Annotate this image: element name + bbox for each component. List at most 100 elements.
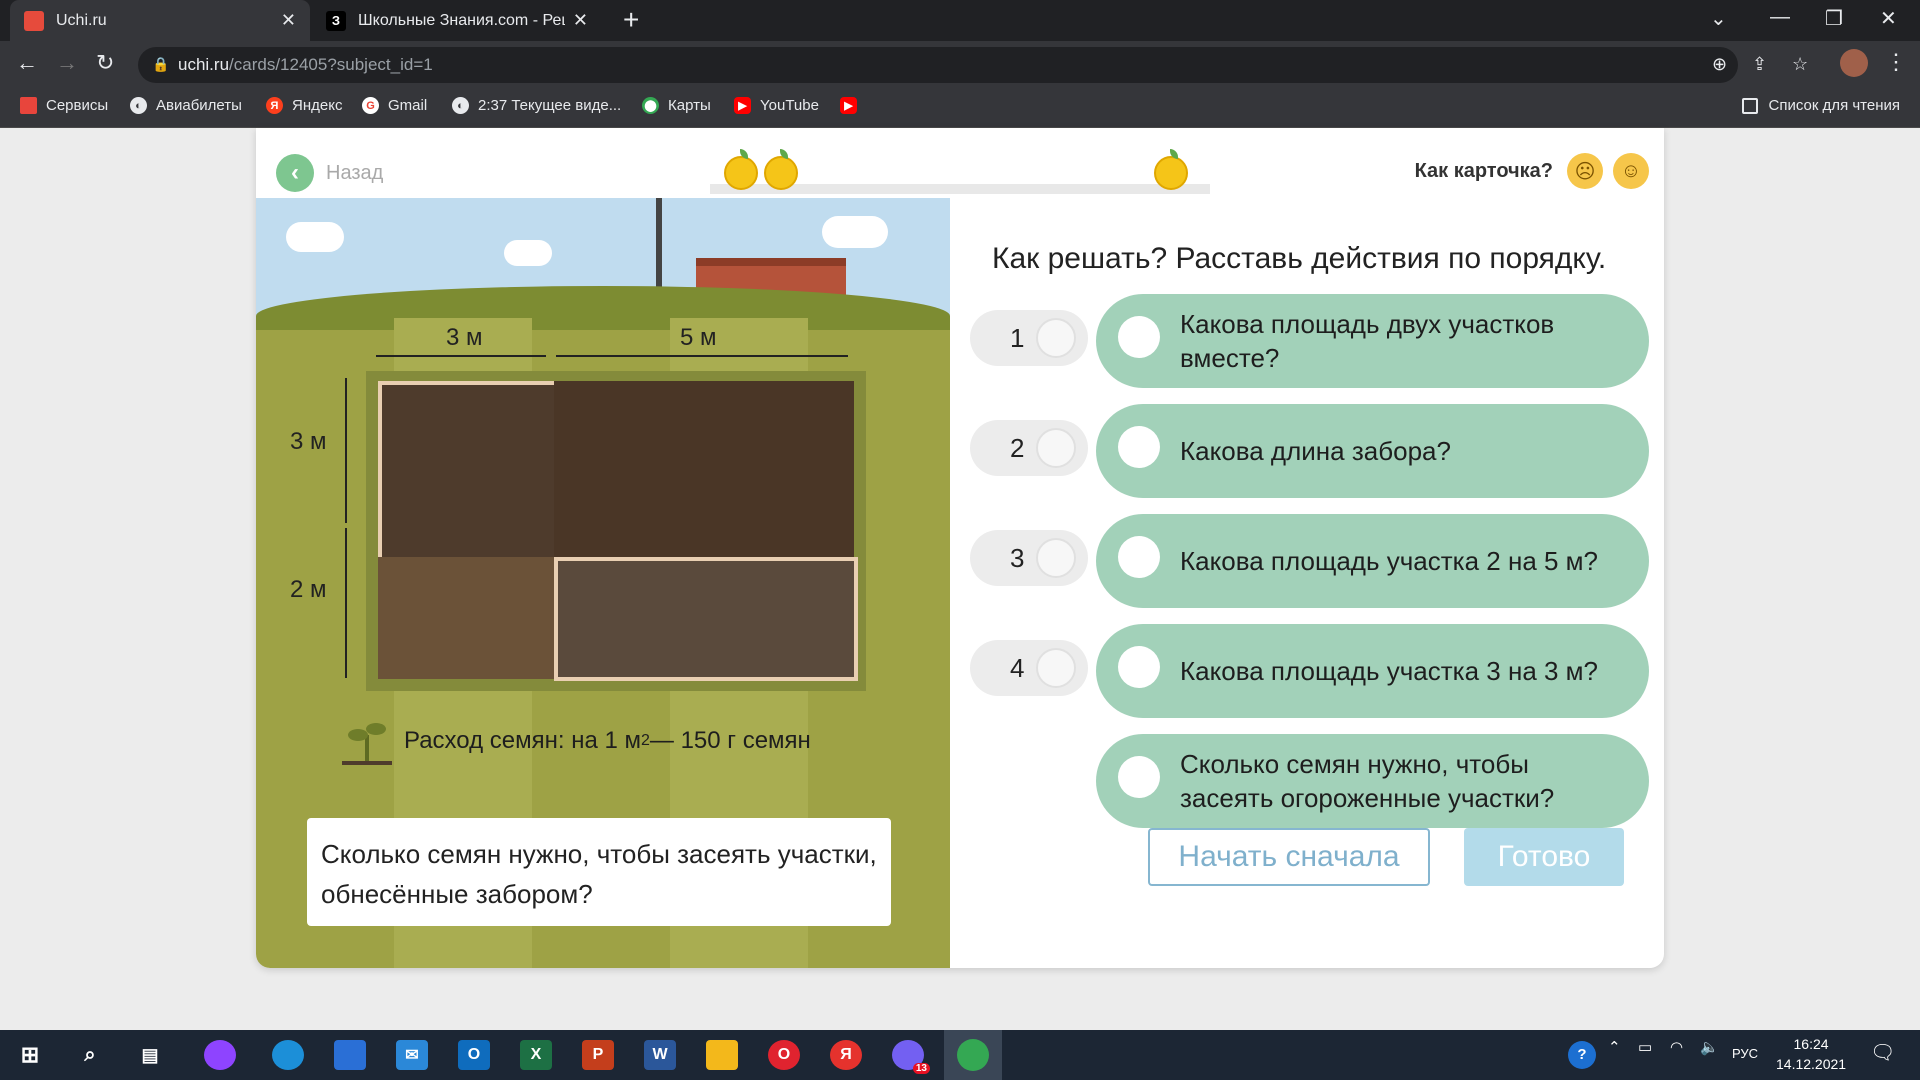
plot-5x2-fenced (554, 557, 858, 681)
outlook-icon[interactable]: O (458, 1040, 490, 1070)
close-window-icon[interactable]: ✕ (1880, 6, 1897, 31)
done-button[interactable]: Готово (1464, 828, 1624, 886)
close-icon[interactable]: ✕ (573, 10, 588, 31)
opera-icon[interactable]: O (768, 1040, 800, 1070)
answer-text: Сколько семян нужно, чтобы засеять огоро… (1180, 749, 1555, 813)
tab-strip: Uchi.ru ✕ З Школьные Знания.com - Решае … (0, 0, 1920, 41)
edge-icon[interactable] (272, 1040, 304, 1070)
sad-face-icon[interactable]: ☹ (1567, 153, 1603, 189)
order-slot-1[interactable]: 1 (970, 310, 1088, 366)
reload-icon[interactable]: ↻ (96, 50, 114, 76)
apps-grid-icon (20, 97, 37, 114)
bookmark-video[interactable]: ◐ 2:37 Текущее виде... (452, 97, 621, 114)
answer-option-4[interactable]: Какова площадь участка 3 на 3 м? (1096, 624, 1649, 718)
chrome-taskbar-item[interactable] (944, 1030, 1002, 1080)
tab-uchi[interactable]: Uchi.ru ✕ (10, 0, 310, 41)
drag-handle-icon (1118, 426, 1160, 468)
new-tab-icon[interactable]: + (623, 6, 639, 34)
chevron-up-icon[interactable]: ⌃ (1608, 1038, 1621, 1056)
order-slot-2[interactable]: 2 (970, 420, 1088, 476)
close-icon[interactable]: ✕ (281, 10, 296, 31)
excel-icon[interactable]: X (520, 1040, 552, 1070)
notifications-icon[interactable]: 🗨 (1870, 1040, 1895, 1065)
explorer-icon[interactable] (706, 1040, 738, 1070)
bookmark-maps[interactable]: ⬤ Карты (642, 97, 711, 114)
word-icon[interactable]: W (644, 1040, 676, 1070)
tab-znanija[interactable]: З Школьные Знания.com - Решае ✕ (312, 0, 602, 41)
store-icon[interactable] (334, 1040, 366, 1070)
windows-start-icon[interactable]: ⊞ (14, 1040, 46, 1070)
alice-icon[interactable] (204, 1040, 236, 1070)
rate-label: Как карточка? (1414, 159, 1553, 182)
wifi-icon[interactable]: ◠ (1670, 1038, 1683, 1056)
answer-option-1[interactable]: Какова площадь двух участков вместе? (1096, 294, 1649, 388)
star-icon[interactable]: ☆ (1792, 54, 1808, 75)
language-indicator[interactable]: РУС (1732, 1046, 1758, 1061)
reading-list-icon (1742, 97, 1759, 114)
answer-panel: Как решать? Расставь действия по порядку… (950, 198, 1664, 968)
bookmark-aviabilety[interactable]: ◐ Авиабилеты (130, 97, 242, 114)
mail-icon[interactable]: ✉ (396, 1040, 428, 1070)
yandex-browser-icon[interactable]: Я (830, 1040, 862, 1070)
slot-number: 4 (1010, 653, 1025, 683)
back-button[interactable]: ‹ Назад (276, 154, 383, 192)
viber-icon[interactable]: 13 (892, 1040, 930, 1074)
plot-3x2 (378, 557, 558, 679)
rate-card: Как карточка? ☹ ☺ (1415, 153, 1649, 189)
drag-handle-icon (1118, 536, 1160, 578)
youtube-icon: ▶ (734, 97, 751, 114)
back-arrow-icon[interactable]: ← (16, 50, 38, 76)
forward-arrow-icon[interactable]: → (56, 50, 78, 76)
plot-5x3 (554, 381, 854, 561)
globe-icon: ◐ (130, 97, 147, 114)
order-slot-4[interactable]: 4 (970, 640, 1088, 696)
order-slot-3[interactable]: 3 (970, 530, 1088, 586)
bookmark-gmail[interactable]: G Gmail (362, 97, 427, 114)
url-text: uchi.ru/cards/12405?subject_id=1 (178, 55, 433, 74)
system-clock[interactable]: 16:24 14.12.2021 (1776, 1034, 1846, 1074)
answer-text: Какова длина забора? (1180, 436, 1451, 466)
slot-knob (1036, 648, 1076, 688)
bookmark-yandex[interactable]: Я Яндекс (266, 97, 342, 114)
minimize-icon[interactable]: — (1770, 6, 1790, 29)
notification-badge: 13 (912, 1063, 930, 1074)
chevron-left-icon: ‹ (276, 154, 314, 192)
search-icon[interactable]: ⌕ (74, 1040, 106, 1070)
address-bar[interactable]: 🔒 uchi.ru/cards/12405?subject_id=1 ⊕ ⇪ ☆ (138, 47, 1808, 83)
volume-icon[interactable]: 🔈 (1700, 1038, 1719, 1056)
znanija-favicon: З (326, 10, 346, 31)
task-view-icon[interactable]: ▤ (134, 1040, 166, 1070)
task-card: ‹ Назад Как карточка? ☹ ☺ 3 м 5 м 3 м 2 … (256, 128, 1664, 968)
google-icon: G (362, 97, 379, 114)
bookmark-youtube-2[interactable]: ▶ (840, 97, 866, 114)
chevron-down-icon[interactable]: ⌄ (1710, 6, 1727, 31)
powerpoint-icon[interactable]: P (582, 1040, 614, 1070)
happy-face-icon[interactable]: ☺ (1613, 153, 1649, 189)
restore-icon[interactable]: ❐ (1825, 6, 1843, 31)
battery-icon[interactable]: ▭ (1638, 1038, 1652, 1056)
more-menu-icon[interactable]: ⋮ (1885, 49, 1907, 75)
task-heading: Как решать? Расставь действия по порядку… (992, 242, 1607, 275)
clock-date: 14.12.2021 (1776, 1056, 1847, 1072)
answer-option-3[interactable]: Какова площадь участка 2 на 5 м? (1096, 514, 1649, 608)
profile-avatar[interactable] (1840, 49, 1868, 77)
bookmarks-bar: Сервисы ◐ Авиабилеты Я Яндекс G Gmail ◐ 2:37… (0, 89, 1920, 128)
bookmark-services[interactable]: Сервисы (20, 97, 108, 114)
answer-text: Какова площадь двух участков вместе? (1180, 309, 1555, 373)
help-icon[interactable]: ? (1568, 1041, 1596, 1069)
seed-rate-text: Расход семян: на 1 м (404, 726, 641, 754)
slot-number: 3 (1010, 543, 1025, 573)
plot-3x3-fenced (378, 381, 558, 561)
answer-option-5[interactable]: Сколько семян нужно, чтобы засеять огоро… (1096, 734, 1649, 828)
share-icon[interactable]: ⇪ (1752, 54, 1767, 75)
browser-toolbar: ← → ↻ 🔒 uchi.ru/cards/12405?subject_id=1… (0, 41, 1920, 89)
farm-illustration: 3 м 5 м 3 м 2 м Расход семян: на 1 м 2 —… (256, 198, 950, 968)
restart-button[interactable]: Начать сначала (1148, 828, 1430, 886)
plots-area (366, 371, 866, 691)
bookmark-youtube[interactable]: ▶ YouTube (734, 97, 819, 114)
drag-handle-icon (1118, 316, 1160, 358)
zoom-icon[interactable]: ⊕ (1712, 54, 1727, 75)
answer-option-2[interactable]: Какова длина забора? (1096, 404, 1649, 498)
maps-pin-icon: ⬤ (642, 97, 659, 114)
reading-list[interactable]: Список для чтения (1742, 97, 1900, 114)
